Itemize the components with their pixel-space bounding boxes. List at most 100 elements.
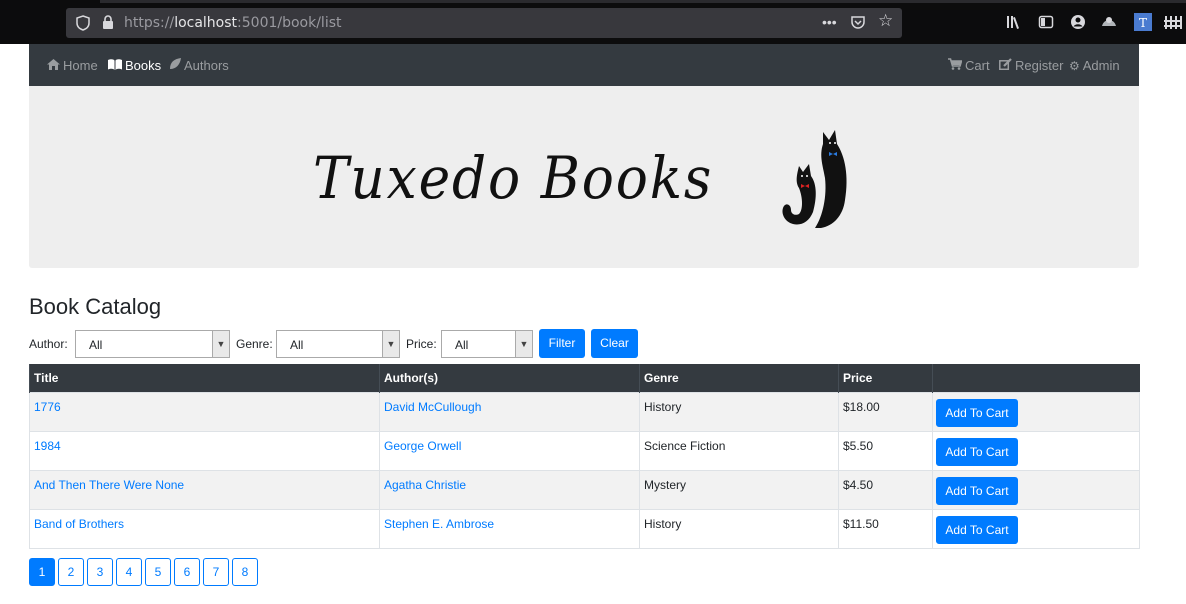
add-to-cart-button[interactable]: Add To Cart <box>936 476 1018 505</box>
leaf-icon <box>169 58 181 73</box>
app-container: Home Books Authors Cart Register ⚙ Admin … <box>29 44 1139 268</box>
url-text[interactable]: https://localhost:5001/book/list <box>124 15 342 31</box>
author-link[interactable]: Agatha Christie <box>384 478 466 492</box>
author-select-value: All <box>89 338 103 352</box>
tuxedo-cats-logo-icon <box>775 126 865 241</box>
author-select[interactable]: All ▼ <box>75 330 230 358</box>
column-header-price[interactable]: Price <box>838 364 933 392</box>
author-link[interactable]: George Orwell <box>384 439 461 453</box>
price-select[interactable]: All ▼ <box>441 330 533 358</box>
title-cell: Band of Brothers <box>29 508 380 549</box>
price-filter-label: Price: <box>406 337 437 351</box>
url-scheme: https:// <box>124 15 175 31</box>
add-to-cart-button[interactable]: Add To Cart <box>936 398 1018 427</box>
browser-toolbar: https://localhost:5001/book/list ••• ☆ T <box>0 0 1186 44</box>
genre-cell: Science Fiction <box>639 430 839 471</box>
nav-authors-label: Authors <box>184 58 229 73</box>
page-button-6[interactable]: 6 <box>174 558 200 586</box>
clear-button[interactable]: Clear <box>591 329 638 358</box>
book-title-link[interactable]: 1776 <box>34 400 61 414</box>
table-header-row: Title Author(s) Genre Price <box>29 364 1140 392</box>
book-table: Title Author(s) Genre Price 1776 David M… <box>29 364 1140 549</box>
edit-icon <box>999 58 1012 73</box>
url-path: :5001/book/list <box>237 15 342 31</box>
title-cell: 1776 <box>29 391 380 432</box>
genre-cell: History <box>639 391 839 432</box>
author-filter-label: Author: <box>29 337 68 351</box>
tab-strip <box>100 0 1186 3</box>
price-cell: $18.00 <box>838 391 933 432</box>
nav-home-label: Home <box>63 58 98 73</box>
author-cell: Stephen E. Ambrose <box>379 508 640 549</box>
hero-banner: Tuxedo Books <box>29 86 1139 268</box>
page-button-2[interactable]: 2 <box>58 558 84 586</box>
action-cell: Add To Cart <box>932 430 1140 471</box>
nav-authors[interactable]: Authors <box>169 58 229 73</box>
add-to-cart-button[interactable]: Add To Cart <box>936 515 1018 544</box>
bookmark-star-icon[interactable]: ☆ <box>878 12 893 29</box>
top-navbar: Home Books Authors Cart Register ⚙ Admin <box>29 44 1139 86</box>
cart-icon <box>948 58 963 73</box>
nav-cart[interactable]: Cart <box>948 58 990 73</box>
genre-filter-label: Genre: <box>236 337 273 351</box>
page-title: Book Catalog <box>29 294 162 319</box>
book-title-link[interactable]: Band of Brothers <box>34 517 124 531</box>
sidebar-icon[interactable] <box>1038 14 1054 34</box>
nav-admin[interactable]: ⚙ Admin <box>1069 58 1120 73</box>
chevron-down-icon: ▼ <box>515 331 532 357</box>
column-header-genre[interactable]: Genre <box>639 364 839 392</box>
account-icon[interactable] <box>1070 14 1086 34</box>
table-row: 1776 David McCullough History $18.00 Add… <box>29 391 1140 432</box>
nav-home[interactable]: Home <box>47 58 98 73</box>
site-logo-text: Tuxedo Books <box>313 144 714 212</box>
page-button-1[interactable]: 1 <box>29 558 55 586</box>
page-button-4[interactable]: 4 <box>116 558 142 586</box>
action-cell: Add To Cart <box>932 508 1140 549</box>
author-link[interactable]: David McCullough <box>384 400 481 414</box>
fence-extension-icon[interactable] <box>1164 14 1182 34</box>
genre-select-value: All <box>290 338 304 352</box>
nav-admin-label: Admin <box>1082 58 1120 73</box>
nav-books-label: Books <box>125 58 162 73</box>
extension-icon[interactable] <box>1100 14 1118 34</box>
action-cell: Add To Cart <box>932 469 1140 510</box>
book-title-link[interactable]: And Then There Were None <box>34 478 184 492</box>
more-actions-icon[interactable]: ••• <box>822 14 837 30</box>
author-cell: George Orwell <box>379 430 640 471</box>
book-title-link[interactable]: 1984 <box>34 439 61 453</box>
svg-text:T: T <box>1139 16 1147 30</box>
action-cell: Add To Cart <box>932 391 1140 432</box>
author-cell: Agatha Christie <box>379 469 640 510</box>
title-cell: 1984 <box>29 430 380 471</box>
filter-button[interactable]: Filter <box>539 329 585 358</box>
price-cell: $11.50 <box>838 508 933 549</box>
chevron-down-icon: ▼ <box>212 331 229 357</box>
title-cell: And Then There Were None <box>29 469 380 510</box>
nav-register-label: Register <box>1015 58 1064 73</box>
nav-register[interactable]: Register <box>999 58 1063 73</box>
address-bar[interactable]: https://localhost:5001/book/list ••• ☆ <box>66 8 902 38</box>
book-icon <box>108 59 122 73</box>
genre-select[interactable]: All ▼ <box>276 330 400 358</box>
column-header-actions <box>932 364 1140 392</box>
lock-icon[interactable] <box>102 15 114 34</box>
chevron-down-icon: ▼ <box>382 331 399 357</box>
shield-icon[interactable] <box>76 15 90 35</box>
nav-books[interactable]: Books <box>108 58 161 73</box>
add-to-cart-button[interactable]: Add To Cart <box>936 437 1018 466</box>
library-icon[interactable] <box>1006 14 1022 34</box>
page-button-3[interactable]: 3 <box>87 558 113 586</box>
page-button-7[interactable]: 7 <box>203 558 229 586</box>
translate-extension-icon[interactable]: T <box>1134 13 1152 35</box>
price-select-value: All <box>455 338 469 352</box>
author-link[interactable]: Stephen E. Ambrose <box>384 517 494 531</box>
page-button-5[interactable]: 5 <box>145 558 171 586</box>
column-header-title[interactable]: Title <box>29 364 380 392</box>
column-header-authors[interactable]: Author(s) <box>379 364 640 392</box>
genre-cell: Mystery <box>639 469 839 510</box>
gear-icon: ⚙ <box>1069 59 1080 73</box>
page-button-8[interactable]: 8 <box>232 558 258 586</box>
home-icon <box>47 59 60 73</box>
pocket-icon[interactable] <box>850 14 866 34</box>
pagination: 1 2 3 4 5 6 7 8 <box>29 558 258 586</box>
